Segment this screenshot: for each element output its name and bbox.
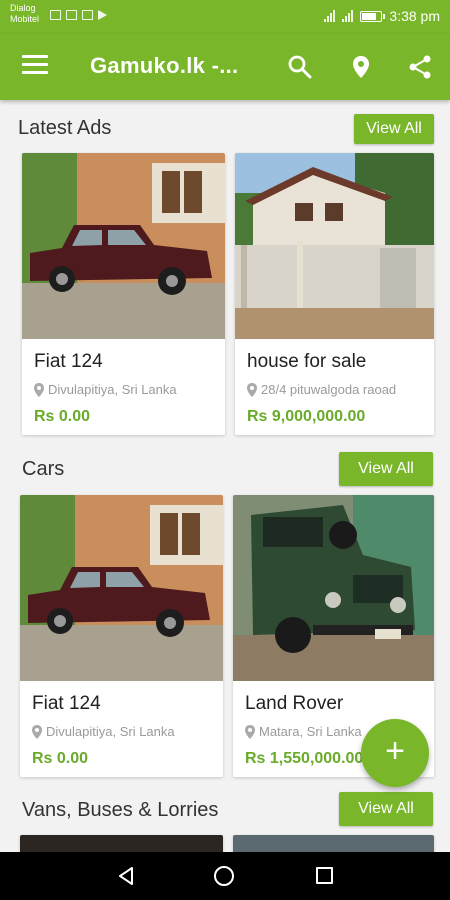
- ad-location: Divulapitiya, Sri Lanka: [32, 724, 175, 739]
- ad-location-text: Divulapitiya, Sri Lanka: [46, 724, 175, 739]
- battery-icon: [360, 10, 386, 22]
- ad-image-house: [235, 153, 434, 339]
- ad-card[interactable]: Fiat 124 Divulapitiya, Sri Lanka Rs 0.00: [22, 153, 225, 435]
- carrier-line-2: Mobitel: [10, 14, 40, 24]
- message-icon: [50, 10, 61, 20]
- system-status: 3:38 pm: [324, 8, 440, 24]
- play-store-icon: [98, 10, 107, 20]
- ad-title: Land Rover: [245, 693, 344, 714]
- back-icon[interactable]: [116, 866, 136, 886]
- view-all-latest-ads-button[interactable]: View All: [354, 114, 434, 144]
- ad-card[interactable]: house for sale 28/4 pituwalgoda raoad Rs…: [235, 153, 434, 435]
- ad-location: Matara, Sri Lanka: [245, 724, 362, 739]
- map-pin-icon: [32, 724, 42, 739]
- signal-2-icon: [342, 10, 354, 22]
- map-pin-icon: [245, 724, 255, 739]
- section-title-latest-ads: Latest Ads: [18, 117, 112, 139]
- section-title-vans-buses-lorries: Vans, Buses & Lorries: [22, 799, 219, 821]
- ad-price: Rs 0.00: [32, 750, 89, 767]
- ad-price: Rs 1,550,000.00: [245, 750, 364, 767]
- ad-location: Divulapitiya, Sri Lanka: [34, 382, 177, 397]
- mail-icon: [66, 10, 77, 20]
- ad-title: Fiat 124: [34, 351, 103, 372]
- location-icon[interactable]: [348, 54, 374, 80]
- home-icon[interactable]: [214, 866, 234, 886]
- add-ad-button[interactable]: +: [361, 719, 429, 787]
- ad-image-car: [22, 153, 225, 339]
- ad-location: 28/4 pituwalgoda raoad: [247, 382, 396, 397]
- status-bar: Dialog Mobitel 3:38 pm: [0, 0, 450, 34]
- ad-title: house for sale: [247, 351, 367, 372]
- ad-location-text: 28/4 pituwalgoda raoad: [261, 382, 397, 397]
- plus-icon: +: [385, 732, 405, 770]
- view-all-cars-button[interactable]: View All: [339, 452, 433, 486]
- menu-icon[interactable]: [22, 55, 48, 77]
- ad-card[interactable]: Fiat 124 Divulapitiya, Sri Lanka Rs 0.00: [20, 495, 223, 777]
- camera-icon: [82, 10, 93, 20]
- map-pin-icon: [34, 382, 44, 397]
- app-title: Gamuko.lk -...: [90, 53, 239, 78]
- ad-price: Rs 9,000,000.00: [247, 408, 366, 425]
- system-nav-bar: [0, 852, 450, 900]
- search-icon[interactable]: [287, 54, 313, 80]
- app-screen: Dialog Mobitel 3:38 pm Gamuko.lk -... La…: [0, 0, 450, 900]
- ad-location-text: Matara, Sri Lanka: [259, 724, 362, 739]
- notification-icons: [50, 10, 107, 20]
- share-icon[interactable]: [407, 54, 433, 80]
- ad-image-jeep: [233, 495, 434, 681]
- ad-image-car: [20, 495, 223, 681]
- app-bar: Gamuko.lk -...: [0, 34, 450, 100]
- recent-apps-icon[interactable]: [316, 867, 333, 884]
- view-all-vans-button[interactable]: View All: [339, 792, 433, 826]
- map-pin-icon: [247, 382, 257, 397]
- ad-price: Rs 0.00: [34, 408, 91, 425]
- signal-1-icon: [324, 10, 336, 22]
- carrier-label: Dialog Mobitel: [10, 3, 50, 25]
- ad-location-text: Divulapitiya, Sri Lanka: [48, 382, 177, 397]
- ad-title: Fiat 124: [32, 693, 101, 714]
- clock: 3:38 pm: [389, 8, 440, 24]
- section-title-cars: Cars: [22, 458, 65, 480]
- carrier-line-1: Dialog: [10, 3, 36, 13]
